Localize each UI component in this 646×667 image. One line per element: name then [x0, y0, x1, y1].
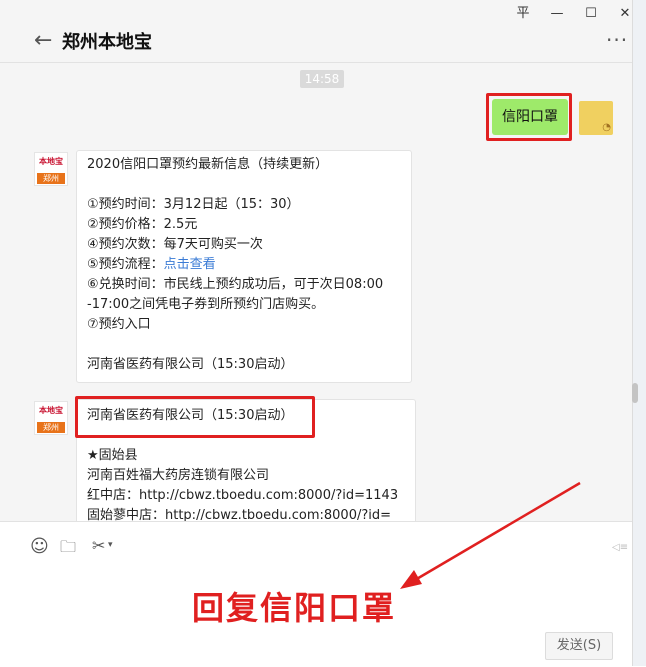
- bot-avatar[interactable]: 本地宝 郑州: [34, 152, 68, 186]
- message-line: -17:00之间凭电子券到所预约门店购买。: [87, 297, 325, 312]
- emoji-icon[interactable]: ☺: [30, 536, 49, 557]
- folder-icon[interactable]: 🗀: [60, 536, 76, 563]
- message-line: ⑤预约流程：点击查看: [87, 255, 401, 275]
- avatar-logo-text: 本地宝: [39, 406, 63, 415]
- scissors-icon[interactable]: ✂: [92, 536, 105, 555]
- maximize-button[interactable]: ☐: [580, 4, 602, 24]
- scrollbar-thumb[interactable]: [632, 383, 638, 403]
- message-line: ⑥兑换时间：市民线上预约成功后，可于次日08:00: [87, 277, 384, 292]
- message-line: [87, 175, 401, 195]
- message-line: ④预约次数：每7天可购买一次: [87, 237, 263, 252]
- bot-avatar[interactable]: 本地宝 郑州: [34, 401, 68, 435]
- avatar-city-text: 郑州: [37, 422, 65, 433]
- chat-title: 郑州本地宝: [62, 32, 152, 53]
- avatar-logo-text: 本地宝: [39, 157, 63, 166]
- message-line: ⑦预约入口: [87, 317, 151, 332]
- self-avatar[interactable]: ◔: [579, 101, 613, 135]
- self-message-bubble[interactable]: 信阳口罩: [492, 99, 568, 135]
- message-line: 河南省医药有限公司（15:30启动）: [87, 357, 294, 372]
- send-button[interactable]: 发送(S): [545, 632, 613, 660]
- view-link[interactable]: 点击查看: [164, 257, 216, 272]
- pin-button[interactable]: 平: [512, 4, 534, 24]
- message-line: [87, 335, 401, 355]
- chat-window: 平 — ☐ ✕ ← 郑州本地宝 ··· 14:58 信阳口罩 ◔ 本地宝 郑州 …: [0, 0, 633, 667]
- history-icon[interactable]: ◁≡: [612, 542, 628, 553]
- back-arrow-icon[interactable]: ←: [34, 28, 52, 53]
- message-line: ②预约价格：2.5元: [87, 217, 198, 232]
- message-line: 2020信阳口罩预约最新信息（持续更新）: [87, 157, 329, 172]
- message-line: 红中店：http://cbwz.tboedu.com:8000/?id=1143: [87, 488, 399, 503]
- background-window-edge: [633, 0, 646, 666]
- message-line: 河南百姓福大药房连锁有限公司: [87, 468, 270, 483]
- message-line: ①预约时间：3月12日起（15：30）: [87, 197, 300, 212]
- annotation-text: 回复信阳口罩: [192, 589, 397, 627]
- highlight-box-other: [75, 396, 315, 438]
- avatar-badge-icon: ◔: [602, 122, 611, 133]
- timestamp: 14:58: [300, 70, 344, 88]
- minimize-button[interactable]: —: [546, 4, 568, 24]
- message-bubble-1[interactable]: 2020信阳口罩预约最新信息（持续更新） ①预约时间：3月12日起（15：30）…: [76, 150, 412, 383]
- chevron-down-icon[interactable]: ▾: [108, 540, 113, 550]
- avatar-city-text: 郑州: [37, 173, 65, 184]
- message-line: ★固始县: [87, 448, 138, 463]
- more-options-icon[interactable]: ···: [606, 28, 628, 52]
- message-line: 固始蓼中店：http://cbwz.tboedu.com:8000/?id=: [87, 508, 392, 521]
- message-list[interactable]: 14:58 信阳口罩 ◔ 本地宝 郑州 2020信阳口罩预约最新信息（持续更新）…: [0, 63, 632, 521]
- message-line-text: ⑤预约流程：: [87, 257, 164, 272]
- title-bar: 平 — ☐ ✕ ← 郑州本地宝 ···: [0, 0, 632, 63]
